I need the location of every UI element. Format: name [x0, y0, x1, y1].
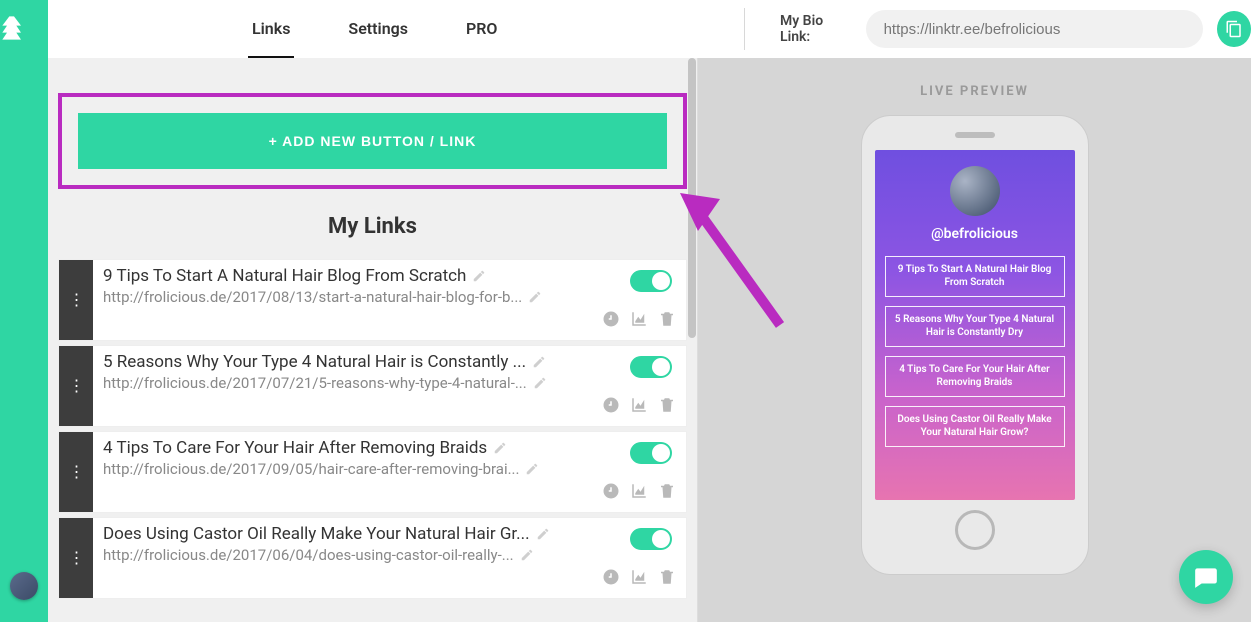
bio-link-input[interactable]: [866, 10, 1204, 48]
link-enabled-toggle[interactable]: [630, 270, 672, 292]
tab-settings[interactable]: Settings: [344, 1, 412, 58]
app-logo-icon: [0, 14, 28, 42]
link-card-body: 5 Reasons Why Your Type 4 Natural Hair i…: [93, 346, 686, 426]
trash-icon[interactable]: [658, 568, 676, 586]
drag-dots-icon: ⋮: [69, 290, 84, 310]
drag-handle[interactable]: ⋮: [59, 346, 93, 426]
link-url[interactable]: http://frolicious.de/2017/09/05/hair-car…: [103, 460, 676, 478]
chat-support-button[interactable]: [1179, 550, 1233, 604]
link-enabled-toggle[interactable]: [630, 442, 672, 464]
link-url[interactable]: http://frolicious.de/2017/07/21/5-reason…: [103, 374, 676, 392]
link-tools: [103, 568, 676, 586]
pencil-icon[interactable]: [525, 462, 539, 476]
link-card-body: 4 Tips To Care For Your Hair After Remov…: [93, 432, 686, 512]
link-title[interactable]: 9 Tips To Start A Natural Hair Blog From…: [103, 266, 676, 286]
copy-icon: [1225, 20, 1243, 38]
link-card: ⋮ 4 Tips To Care For Your Hair After Remo…: [58, 431, 687, 513]
link-tools: [103, 482, 676, 500]
my-links-title: My Links: [48, 214, 697, 239]
analytics-icon[interactable]: [630, 482, 648, 500]
link-url-text: http://frolicious.de/2017/09/05/hair-car…: [103, 460, 519, 478]
editor-panel: + ADD NEW BUTTON / LINK My Links ⋮ 9 Tips…: [48, 58, 698, 622]
link-url[interactable]: http://frolicious.de/2017/06/04/does-usi…: [103, 546, 676, 564]
link-title[interactable]: Does Using Castor Oil Really Make Your N…: [103, 524, 676, 544]
pencil-icon[interactable]: [528, 290, 542, 304]
drag-dots-icon: ⋮: [69, 462, 84, 482]
analytics-icon[interactable]: [630, 396, 648, 414]
drag-handle[interactable]: ⋮: [59, 432, 93, 512]
add-button-highlight: + ADD NEW BUTTON / LINK: [58, 93, 687, 189]
bio-link-label: My Bio Link:: [780, 13, 852, 45]
link-tools: [103, 396, 676, 414]
pencil-icon[interactable]: [536, 527, 550, 541]
header-divider: [744, 8, 745, 50]
drag-dots-icon: ⋮: [69, 548, 84, 568]
trash-icon[interactable]: [658, 310, 676, 328]
bio-link-area: My Bio Link:: [758, 10, 1251, 48]
link-tools: [103, 310, 676, 328]
pencil-icon[interactable]: [493, 441, 507, 455]
link-card-body: 9 Tips To Start A Natural Hair Blog From…: [93, 260, 686, 340]
link-list: ⋮ 9 Tips To Start A Natural Hair Blog Fro…: [48, 259, 697, 599]
phone-home-button-icon: [955, 510, 995, 550]
preview-link-button[interactable]: Does Using Castor Oil Really Make Your N…: [885, 406, 1065, 447]
phone-speaker-icon: [955, 132, 995, 138]
link-url[interactable]: http://frolicious.de/2017/08/13/start-a-…: [103, 288, 676, 306]
editor-scrollbar[interactable]: [685, 58, 699, 622]
link-url-text: http://frolicious.de/2017/08/13/start-a-…: [103, 288, 522, 306]
pencil-icon[interactable]: [533, 376, 547, 390]
preview-link-buttons: 9 Tips To Start A Natural Hair Blog From…: [885, 256, 1065, 447]
header: Links Settings PRO My Bio Link:: [48, 0, 1251, 58]
schedule-icon[interactable]: [602, 396, 620, 414]
app-sidebar: [0, 0, 48, 622]
link-title-text: 5 Reasons Why Your Type 4 Natural Hair i…: [103, 352, 526, 372]
user-avatar-small[interactable]: [10, 572, 38, 600]
copy-bio-link-button[interactable]: [1217, 11, 1251, 47]
phone-camera-icon: [962, 132, 968, 138]
schedule-icon[interactable]: [602, 310, 620, 328]
schedule-icon[interactable]: [602, 482, 620, 500]
drag-dots-icon: ⋮: [69, 376, 84, 396]
preview-link-button[interactable]: 4 Tips To Care For Your Hair After Remov…: [885, 356, 1065, 397]
add-new-link-button[interactable]: + ADD NEW BUTTON / LINK: [78, 113, 667, 169]
tab-pro[interactable]: PRO: [462, 1, 501, 58]
preview-panel: LIVE PREVIEW @befrolicious 9 Tips To Sta…: [698, 58, 1251, 622]
link-title-text: 9 Tips To Start A Natural Hair Blog From…: [103, 266, 466, 286]
header-tabs: Links Settings PRO: [248, 1, 501, 58]
phone-frame: @befrolicious 9 Tips To Start A Natural …: [861, 115, 1089, 575]
profile-avatar: [950, 166, 1000, 216]
link-enabled-toggle[interactable]: [630, 528, 672, 550]
link-card: ⋮ 5 Reasons Why Your Type 4 Natural Hair …: [58, 345, 687, 427]
drag-handle[interactable]: ⋮: [59, 260, 93, 340]
phone-screen: @befrolicious 9 Tips To Start A Natural …: [875, 150, 1075, 500]
live-preview-label: LIVE PREVIEW: [698, 84, 1251, 99]
link-url-text: http://frolicious.de/2017/07/21/5-reason…: [103, 374, 527, 392]
link-title-text: 4 Tips To Care For Your Hair After Remov…: [103, 438, 487, 458]
link-card-body: Does Using Castor Oil Really Make Your N…: [93, 518, 686, 598]
link-title-text: Does Using Castor Oil Really Make Your N…: [103, 524, 530, 544]
profile-handle: @befrolicious: [931, 226, 1018, 242]
schedule-icon[interactable]: [602, 568, 620, 586]
link-url-text: http://frolicious.de/2017/06/04/does-usi…: [103, 546, 514, 564]
pencil-icon[interactable]: [472, 269, 486, 283]
trash-icon[interactable]: [658, 396, 676, 414]
preview-link-button[interactable]: 9 Tips To Start A Natural Hair Blog From…: [885, 256, 1065, 297]
analytics-icon[interactable]: [630, 310, 648, 328]
pencil-icon[interactable]: [520, 548, 534, 562]
link-card: ⋮ Does Using Castor Oil Really Make Your …: [58, 517, 687, 599]
drag-handle[interactable]: ⋮: [59, 518, 93, 598]
pencil-icon[interactable]: [532, 355, 546, 369]
link-card: ⋮ 9 Tips To Start A Natural Hair Blog Fro…: [58, 259, 687, 341]
preview-link-button[interactable]: 5 Reasons Why Your Type 4 Natural Hair i…: [885, 306, 1065, 347]
tab-links[interactable]: Links: [248, 1, 294, 58]
analytics-icon[interactable]: [630, 568, 648, 586]
chat-icon: [1193, 564, 1219, 590]
link-enabled-toggle[interactable]: [630, 356, 672, 378]
trash-icon[interactable]: [658, 482, 676, 500]
link-title[interactable]: 4 Tips To Care For Your Hair After Remov…: [103, 438, 676, 458]
link-title[interactable]: 5 Reasons Why Your Type 4 Natural Hair i…: [103, 352, 676, 372]
